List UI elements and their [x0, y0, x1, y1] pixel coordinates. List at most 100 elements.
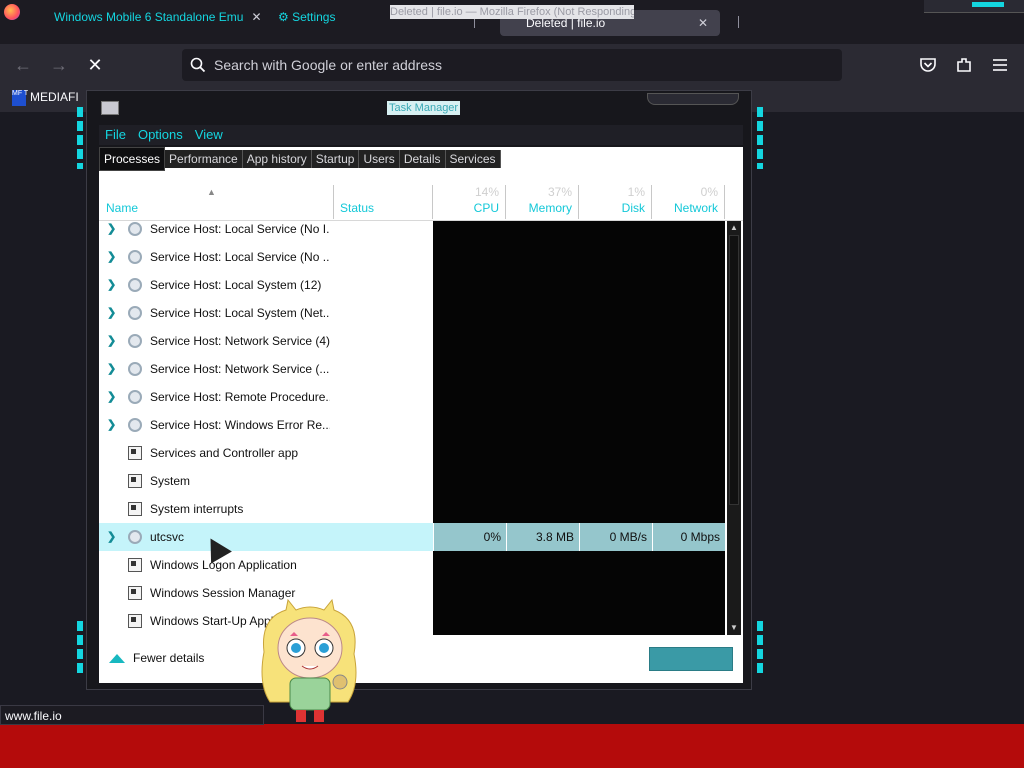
nav-bar: ← → ✕: [0, 44, 1024, 86]
url-input[interactable]: [214, 49, 814, 81]
column-header-disk[interactable]: 1% Disk: [579, 185, 652, 219]
column-header-cpu[interactable]: 14% CPU: [433, 185, 506, 219]
vertical-scrollbar[interactable]: ▲ ▼: [727, 221, 741, 635]
gear-icon: [128, 362, 142, 376]
titlebar-ornament: [924, 0, 1024, 13]
tab-startup[interactable]: Startup: [311, 150, 360, 168]
bookmark-label: MEDIAFI: [30, 90, 79, 105]
tab-processes[interactable]: Processes: [99, 147, 166, 171]
expand-chevron-icon[interactable]: ❯: [107, 306, 116, 319]
process-panel: ▲ Name Status 14% CPU 37% Memory 1% Disk…: [99, 171, 743, 635]
extensions-icon[interactable]: [954, 55, 974, 75]
gear-icon: [128, 306, 142, 320]
column-header-name[interactable]: ▲ Name: [99, 185, 334, 219]
expand-chevron-icon[interactable]: ❯: [107, 530, 116, 543]
network-value: 0 Mbps: [652, 523, 725, 551]
menu-file[interactable]: File: [99, 125, 132, 145]
expand-chevron-icon[interactable]: ❯: [107, 222, 116, 235]
gear-icon: [128, 530, 142, 544]
table-row[interactable]: System: [99, 467, 725, 495]
url-bar[interactable]: [182, 49, 842, 81]
column-label: CPU: [473, 201, 499, 215]
gear-icon: [128, 250, 142, 264]
process-name: Service Host: Remote Procedure...: [150, 390, 330, 404]
column-header-network[interactable]: 0% Network: [652, 185, 725, 219]
process-name: System interrupts: [150, 502, 244, 516]
window-icon: [128, 586, 142, 600]
tab-performance[interactable]: Performance: [165, 150, 243, 168]
table-row[interactable]: Windows Start-Up Appli: [99, 607, 725, 635]
menu-options[interactable]: Options: [132, 125, 189, 145]
table-row[interactable]: ❯ Service Host: Local System (Net...: [99, 299, 725, 327]
table-row-selected[interactable]: ❯ utcsvc 0% 3.8 MB 0 MB/s 0 Mbps: [99, 523, 725, 551]
table-row[interactable]: Windows Session Manager: [99, 579, 725, 607]
close-icon[interactable]: ✕: [251, 10, 261, 24]
window-icon: [128, 614, 142, 628]
column-percent: 14%: [474, 185, 499, 199]
table-row[interactable]: ❯ Service Host: Windows Error Re...: [99, 411, 725, 439]
process-name: utcsvc: [150, 530, 185, 544]
frame-ornament: [647, 93, 739, 105]
scroll-thumb[interactable]: [729, 235, 739, 505]
expand-chevron-icon[interactable]: ❯: [107, 278, 116, 291]
page-footer-banner: [0, 724, 1024, 768]
scroll-up-icon[interactable]: ▲: [727, 221, 741, 235]
process-name: Windows Logon Application: [150, 558, 297, 572]
forward-button[interactable]: →: [46, 52, 72, 78]
column-header-status[interactable]: Status: [333, 185, 433, 219]
expand-chevron-icon[interactable]: ❯: [107, 362, 116, 375]
end-task-button[interactable]: [649, 647, 733, 671]
table-row[interactable]: ❯ Service Host: Local Service (No I...: [99, 221, 725, 243]
gear-icon: [128, 390, 142, 404]
task-manager-window: Task Manager File Options View Processes Pe…: [77, 90, 763, 690]
table-row[interactable]: ❯ Service Host: Network Service (...: [99, 355, 725, 383]
collapse-arrow-icon: [109, 654, 125, 664]
gear-icon: ⚙: [278, 10, 293, 24]
hamburger-menu-icon[interactable]: [990, 55, 1010, 75]
window-title: Task Manager: [387, 101, 461, 115]
table-row[interactable]: ❯ Service Host: Remote Procedure...: [99, 383, 725, 411]
tab-windows-mobile[interactable]: Windows Mobile 6 Standalone Emu ✕: [40, 10, 276, 36]
stop-button[interactable]: ✕: [82, 52, 108, 78]
process-name: Service Host: Local System (12): [150, 278, 322, 292]
mediafire-logo-icon: MF T: [12, 90, 28, 106]
tab-app-history[interactable]: App history: [242, 150, 312, 168]
tab-label: Settings: [292, 10, 336, 24]
window-icon: [128, 474, 142, 488]
fewer-details-button[interactable]: Fewer details: [109, 651, 204, 665]
tab-separator: [738, 16, 739, 28]
glow-ornament: [757, 621, 763, 673]
table-row[interactable]: Windows Logon Application: [99, 551, 725, 579]
bookmark-mediafire[interactable]: MF T MEDIAFI: [12, 90, 79, 106]
table-row[interactable]: Services and Controller app: [99, 439, 725, 467]
expand-chevron-icon[interactable]: ❯: [107, 250, 116, 263]
expand-chevron-icon[interactable]: ❯: [107, 334, 116, 347]
table-row[interactable]: ❯ Service Host: Local System (12): [99, 271, 725, 299]
expand-chevron-icon[interactable]: ❯: [107, 418, 116, 431]
tab-users[interactable]: Users: [359, 150, 400, 168]
menu-view[interactable]: View: [189, 125, 229, 145]
close-icon[interactable]: ✕: [698, 10, 708, 36]
table-row[interactable]: ❯ Service Host: Network Service (4): [99, 327, 725, 355]
back-button[interactable]: ←: [10, 52, 36, 78]
glow-ornament: [77, 621, 83, 673]
tab-label: Windows Mobile 6 Standalone Emu: [54, 10, 244, 24]
process-name: Service Host: Local Service (No ...: [150, 250, 330, 264]
tab-services[interactable]: Services: [445, 150, 501, 168]
gear-icon: [128, 418, 142, 432]
tab-details[interactable]: Details: [399, 150, 446, 168]
window-title: Deleted | file.io — Mozilla Firefox (Not…: [390, 5, 634, 19]
expand-chevron-icon[interactable]: ❯: [107, 390, 116, 403]
gear-icon: [128, 334, 142, 348]
pocket-icon[interactable]: [918, 55, 938, 75]
column-percent: 0%: [700, 185, 718, 199]
column-header-memory[interactable]: 37% Memory: [506, 185, 579, 219]
glow-ornament: [77, 107, 83, 169]
scroll-down-icon[interactable]: ▼: [727, 621, 741, 635]
cpu-value: 0%: [433, 523, 506, 551]
window-icon: [128, 558, 142, 572]
table-row[interactable]: ❯ Service Host: Local Service (No ...: [99, 243, 725, 271]
memory-value: 3.8 MB: [506, 523, 579, 551]
window-icon: [128, 446, 142, 460]
table-row[interactable]: System interrupts: [99, 495, 725, 523]
